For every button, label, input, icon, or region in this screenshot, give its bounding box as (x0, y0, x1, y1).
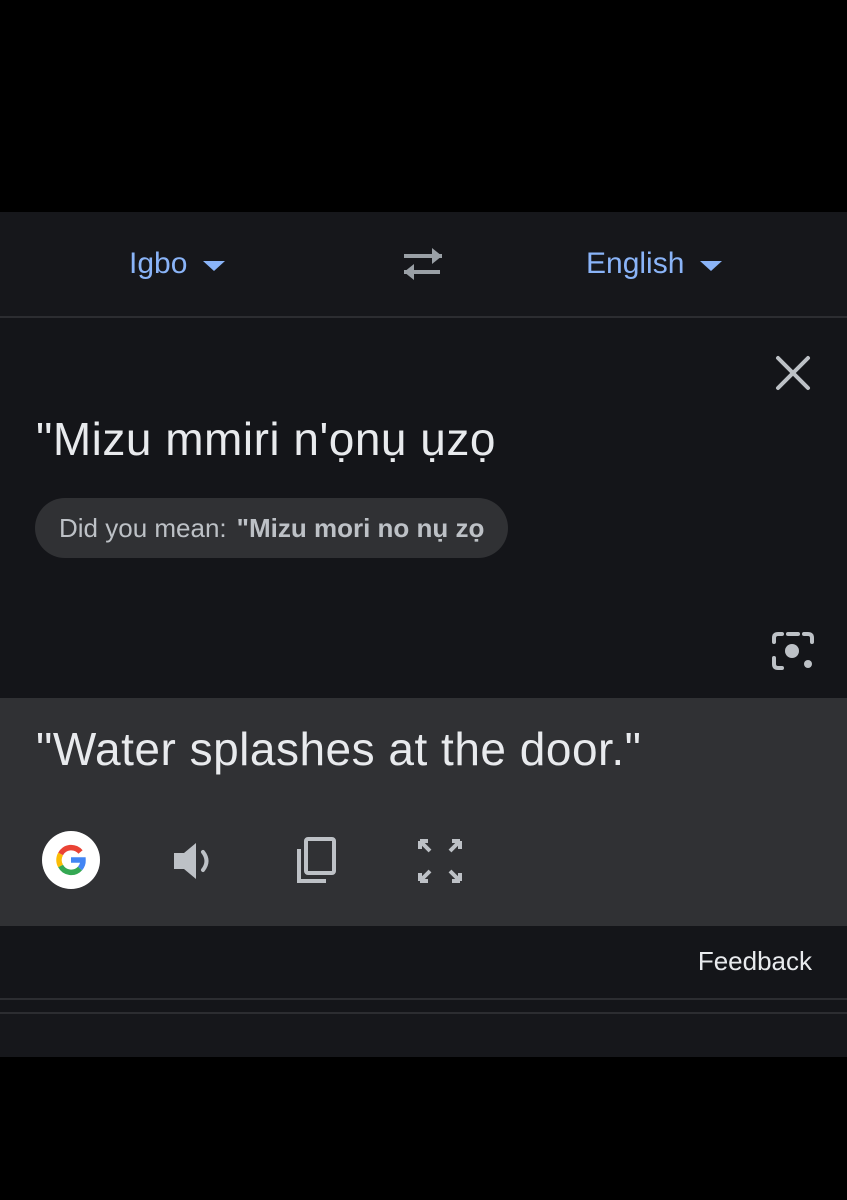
input-area[interactable]: "Mizu mmiri n'ọnụ ụzọ Did you mean: "Miz… (0, 318, 847, 698)
bottom-strip (0, 1014, 847, 1057)
footer: Feedback (0, 926, 847, 1000)
google-search-button[interactable] (42, 831, 100, 889)
fullscreen-button[interactable] (410, 831, 470, 891)
google-logo-icon (56, 844, 86, 876)
fullscreen-icon (418, 839, 462, 883)
translate-panel: Igbo English "Mizu mmiri n'ọnụ ụzọ Did y… (0, 212, 847, 1057)
output-area: "Water splashes at the door." (0, 698, 847, 926)
speaker-icon (174, 843, 209, 879)
source-language-button[interactable]: Igbo (129, 242, 226, 286)
close-icon (776, 356, 810, 390)
swap-arrows-icon (404, 248, 442, 280)
feedback-link[interactable]: Feedback (698, 946, 812, 977)
language-bar: Igbo English (0, 212, 847, 318)
camera-button[interactable] (768, 628, 818, 674)
source-language-label: Igbo (129, 247, 188, 280)
target-language-button[interactable]: English (586, 242, 723, 286)
source-text[interactable]: "Mizu mmiri n'ọnụ ụzọ (36, 412, 496, 466)
copy-icon (297, 837, 336, 883)
chevron-down-icon (700, 261, 723, 271)
chevron-down-icon (203, 261, 226, 271)
listen-button[interactable] (166, 831, 226, 891)
clear-input-button[interactable] (772, 352, 814, 394)
swap-languages-button[interactable] (396, 242, 450, 286)
suggestion-value: "Mizu mori no nụ zọ (236, 512, 485, 543)
target-language-label: English (586, 247, 685, 280)
copy-button[interactable] (288, 831, 348, 891)
translated-text: "Water splashes at the door." (36, 723, 642, 775)
did-you-mean-chip[interactable]: Did you mean: "Mizu mori no nụ zọ (35, 498, 509, 558)
camera-lens-icon (772, 632, 814, 670)
suggestion-label: Did you mean: (59, 512, 227, 543)
